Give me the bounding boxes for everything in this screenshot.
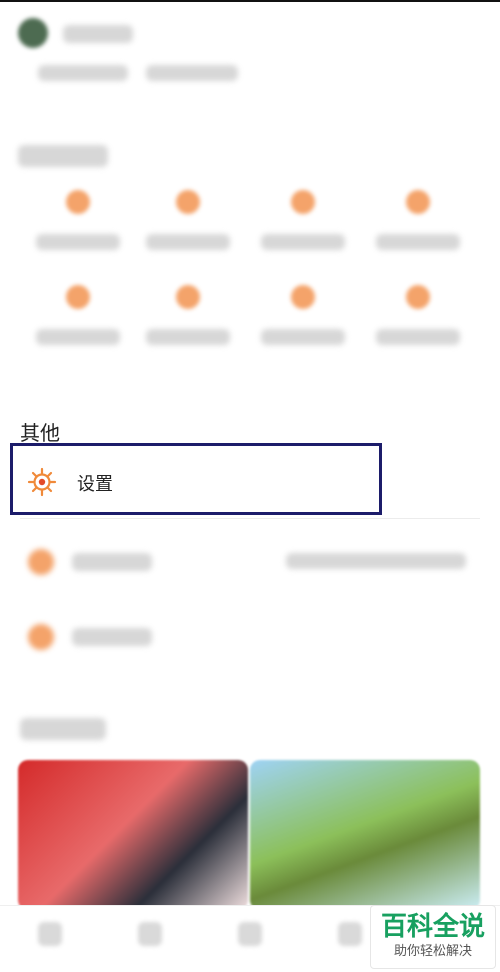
tab-icon [238, 922, 262, 946]
grid-label-blurred [146, 329, 230, 345]
grid-label-blurred [261, 234, 345, 250]
row-icon [28, 549, 54, 575]
list-row-blurred[interactable] [20, 620, 480, 654]
services-grid-blurred [18, 145, 488, 370]
tab-item[interactable] [220, 914, 280, 954]
grid-icon [176, 285, 200, 309]
list-row-blurred[interactable] [20, 545, 480, 579]
recommend-title-blurred [20, 718, 106, 740]
grid-item[interactable] [28, 285, 128, 355]
grid-title-blurred [18, 145, 108, 167]
grid-item[interactable] [253, 190, 353, 260]
row-label-blurred [72, 628, 152, 646]
grid-icon [291, 190, 315, 214]
grid-icon [66, 285, 90, 309]
grid-item[interactable] [368, 285, 468, 355]
profile-stat-blurred [146, 65, 238, 81]
grid-label-blurred [146, 234, 230, 250]
profile-stat-blurred [38, 65, 128, 81]
username-blurred [63, 25, 133, 43]
divider [20, 518, 480, 519]
top-bar-line [0, 0, 500, 2]
row-icon [28, 624, 54, 650]
row-value-blurred [286, 553, 466, 569]
grid-label-blurred [376, 329, 460, 345]
grid-item[interactable] [28, 190, 128, 260]
tab-item[interactable] [20, 914, 80, 954]
grid-icon [291, 285, 315, 309]
grid-label-blurred [36, 329, 120, 345]
grid-label-blurred [261, 329, 345, 345]
settings-label: 设置 [77, 474, 113, 495]
watermark-title: 百科全说 [380, 912, 485, 942]
recommend-card-image[interactable] [18, 760, 248, 910]
tab-icon [38, 922, 62, 946]
profile-header-blurred [18, 10, 318, 100]
settings-gear-icon [27, 467, 57, 497]
grid-item[interactable] [138, 285, 238, 355]
grid-item[interactable] [138, 190, 238, 260]
watermark-logo: 百科全说 助你轻松解决 [370, 905, 496, 969]
tab-icon [138, 922, 162, 946]
section-title-other: 其他 [20, 421, 60, 445]
grid-icon [406, 190, 430, 214]
avatar[interactable] [18, 18, 48, 48]
grid-icon [66, 190, 90, 214]
tab-item[interactable] [120, 914, 180, 954]
grid-item[interactable] [368, 190, 468, 260]
grid-icon [176, 190, 200, 214]
grid-label-blurred [376, 234, 460, 250]
watermark-subtitle: 助你轻松解决 [393, 944, 472, 959]
recommend-card-image[interactable] [250, 760, 480, 910]
grid-icon [406, 285, 430, 309]
row-label-blurred [72, 553, 152, 571]
tab-icon [338, 922, 362, 946]
settings-row[interactable]: 设置 [10, 443, 382, 515]
grid-item[interactable] [253, 285, 353, 355]
grid-label-blurred [36, 234, 120, 250]
